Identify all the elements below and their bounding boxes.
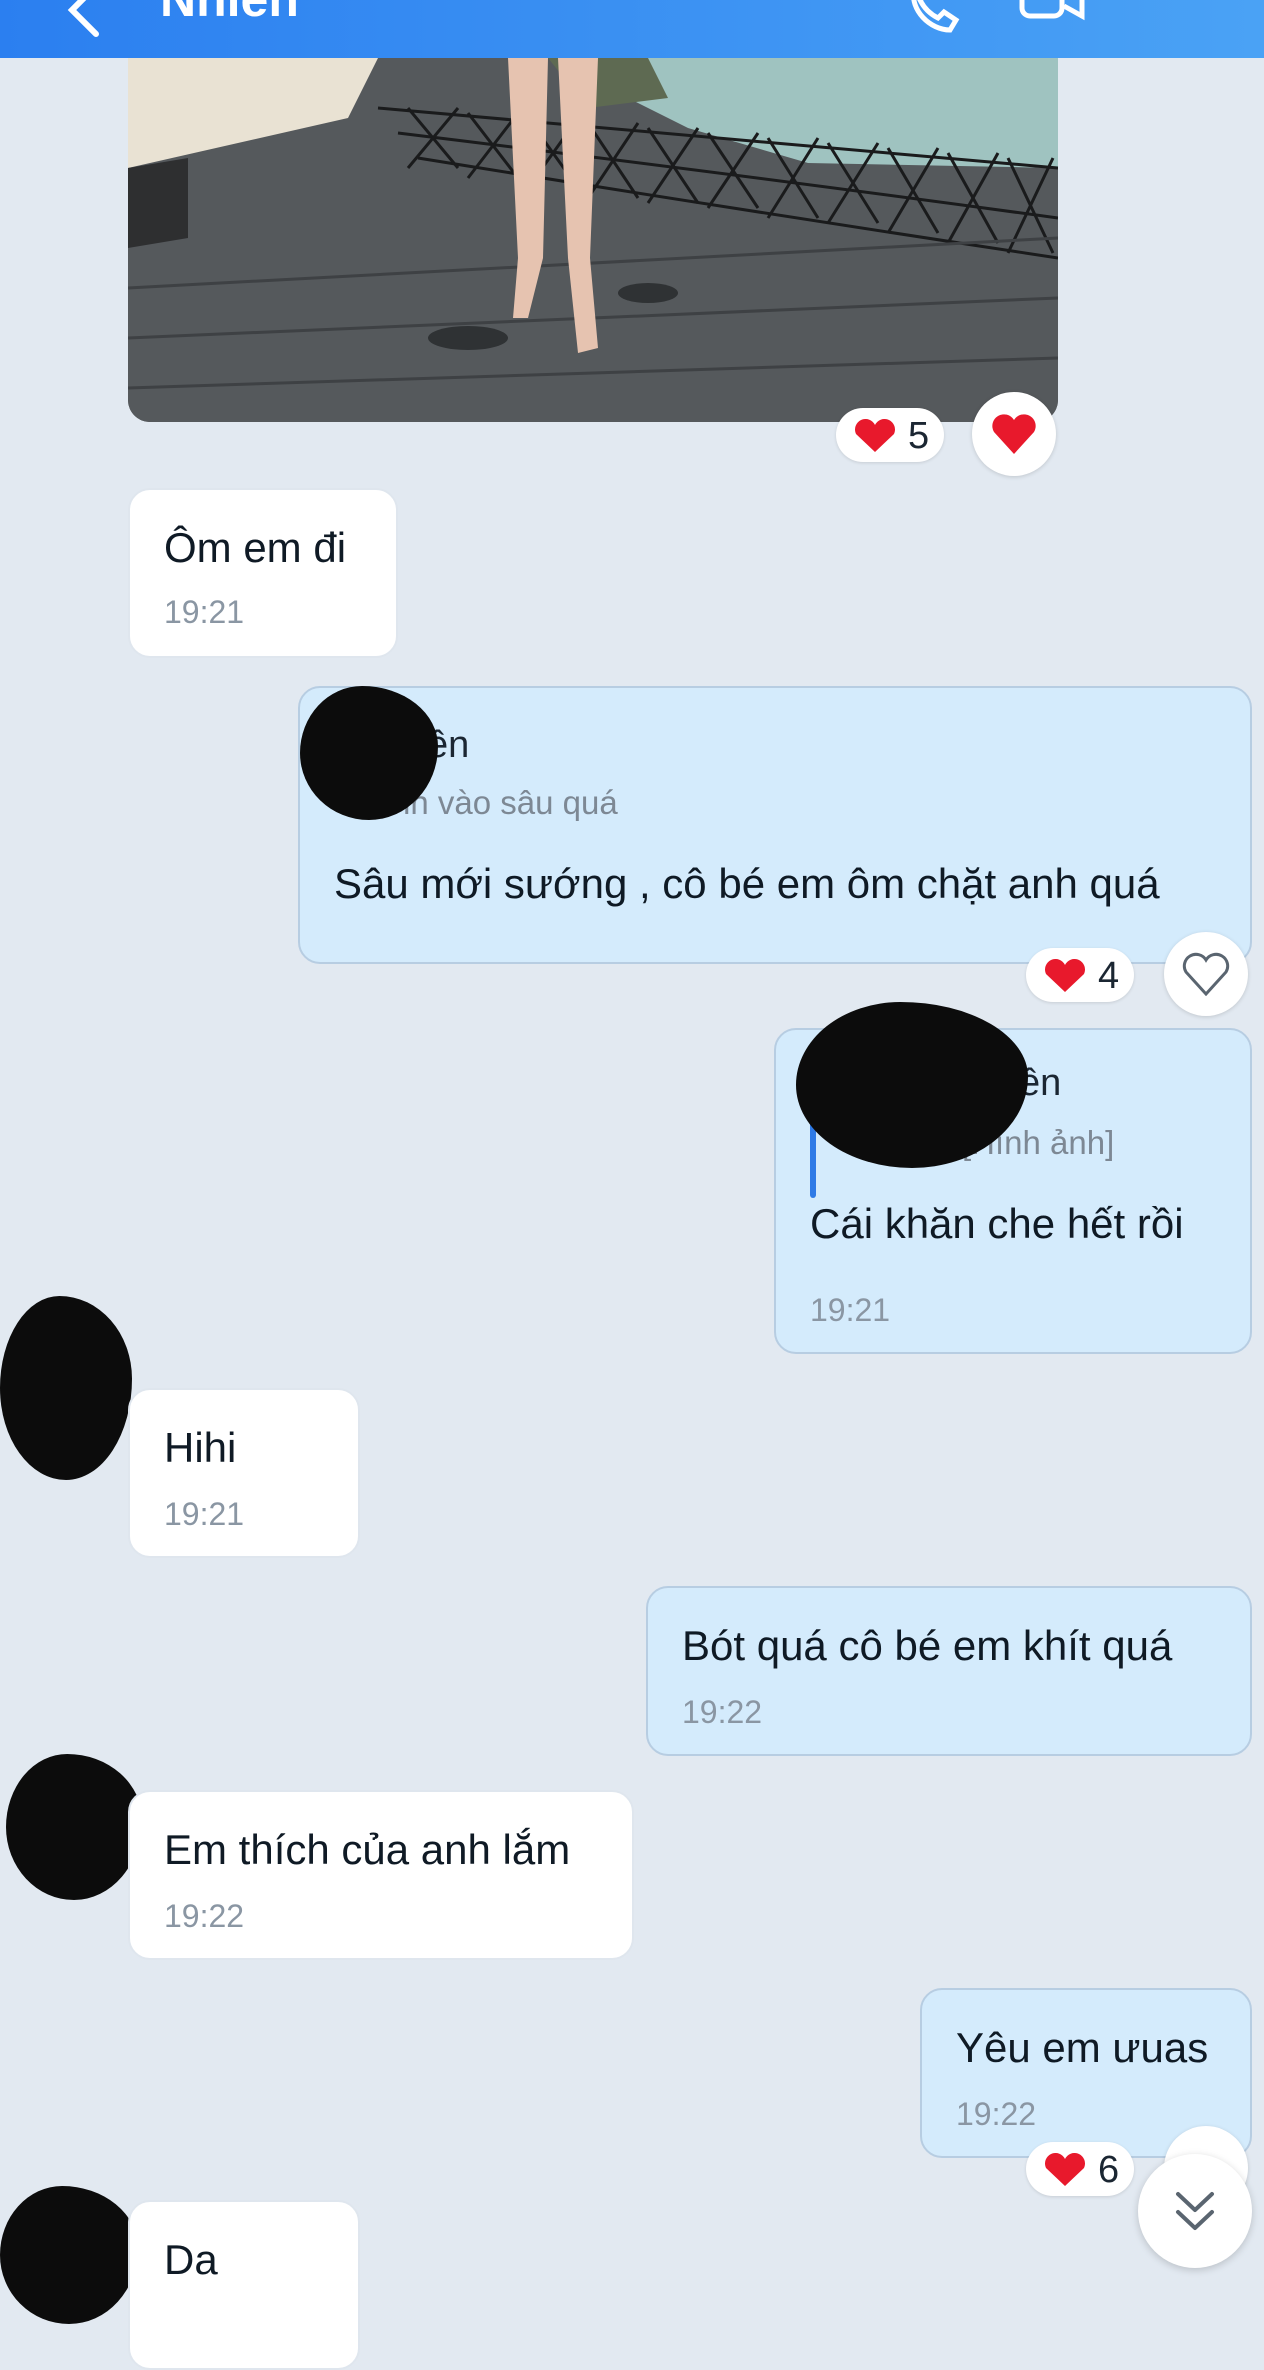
- heart-icon: [854, 419, 896, 452]
- reaction-count: 5: [908, 415, 930, 457]
- message-text: Yêu em ưuas: [956, 2024, 1209, 2071]
- photo-image: [128, 58, 1058, 422]
- video-call-icon[interactable]: [1018, 0, 1088, 40]
- chat-title[interactable]: Nhiên: [160, 0, 299, 28]
- chat-header: Nhiên: [0, 0, 1264, 58]
- back-arrow-icon[interactable]: [60, 0, 110, 38]
- photo-message[interactable]: [128, 58, 1058, 422]
- message-bubble-received[interactable]: Hihi 19:21: [128, 1388, 360, 1558]
- message-time: 19:22: [164, 1898, 245, 1934]
- message-bubble-received[interactable]: Da: [128, 2200, 360, 2370]
- message-text: Sâu mới sướng , cô bé em ôm chặt anh quá: [334, 860, 1160, 907]
- message-time: 19:21: [164, 594, 245, 630]
- avatar[interactable]: [0, 1296, 132, 1480]
- message-text: Cái khăn che hết rồi: [810, 1200, 1184, 1247]
- message-text: Em thích của anh lắm: [164, 1826, 571, 1873]
- message-time: 19:22: [682, 1694, 763, 1730]
- message-time: 19:22: [956, 2096, 1037, 2132]
- heart-icon: [1044, 959, 1086, 992]
- reaction-count: 4: [1098, 955, 1120, 997]
- avatar[interactable]: [6, 1754, 142, 1900]
- message-bubble-received[interactable]: Ôm em đi 19:21: [128, 488, 398, 658]
- reaction-summary[interactable]: 4: [1026, 948, 1134, 1002]
- message-text: Ôm em đi: [164, 524, 347, 571]
- heart-outline-icon: [1182, 952, 1230, 996]
- react-button[interactable]: [972, 392, 1056, 476]
- message-text: Da: [164, 2236, 218, 2283]
- reaction-summary[interactable]: 5: [836, 408, 944, 462]
- message-text: Hihi: [164, 1424, 237, 1471]
- phone-icon[interactable]: [900, 0, 970, 40]
- message-time: 19:21: [810, 1292, 891, 1328]
- reaction-summary[interactable]: 6: [1026, 2142, 1134, 2196]
- message-bubble-sent[interactable]: Nhiên Anh vào sâu quá Sâu mới sướng , cô…: [298, 686, 1252, 964]
- heart-filled-icon: [992, 414, 1036, 454]
- message-bubble-received[interactable]: Em thích của anh lắm 19:22: [128, 1790, 634, 1960]
- reaction-count: 6: [1098, 2149, 1120, 2191]
- scroll-to-bottom-button[interactable]: [1138, 2154, 1252, 2268]
- menu-icon[interactable]: [1160, 0, 1230, 40]
- react-button[interactable]: [1164, 932, 1248, 1016]
- heart-icon: [1044, 2153, 1086, 2186]
- message-time: 19:21: [164, 1496, 245, 1532]
- message-bubble-sent[interactable]: Bót quá cô bé em khít quá 19:22: [646, 1586, 1252, 1756]
- avatar[interactable]: [0, 2186, 138, 2324]
- double-chevron-down-icon: [1176, 2192, 1214, 2230]
- message-text: Bót quá cô bé em khít quá: [682, 1622, 1173, 1669]
